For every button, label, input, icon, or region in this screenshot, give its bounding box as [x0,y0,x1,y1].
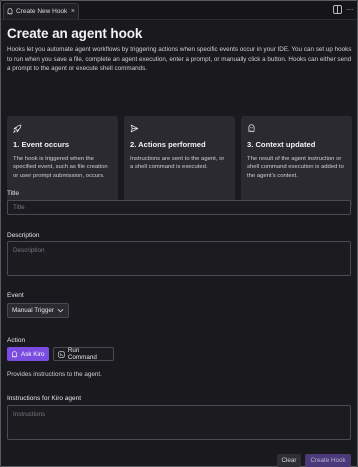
rocket-icon [13,124,22,133]
event-selected-value: Manual Trigger [12,307,54,314]
title-label: Title [7,190,20,197]
ask-kiro-button[interactable]: Ask Kiro [7,347,49,361]
tab-bar: Create New Hook × ··· [1,1,357,20]
hook-form: Create an agent hook Hooks let you autom… [7,26,352,467]
chevron-down-icon [57,308,64,313]
split-editor-icon[interactable] [332,5,342,14]
step-text: The result of the agent instruction or s… [247,156,344,179]
instructions-label: Instructions for Kiro agent [7,395,82,402]
instructions-input[interactable] [7,405,351,440]
page-title: Create an agent hook [7,26,143,41]
tab-create-new-hook[interactable]: Create New Hook × [3,3,79,19]
kiro-ghost-icon [12,350,17,358]
more-actions-icon[interactable]: ··· [347,5,354,14]
close-icon[interactable]: × [71,8,75,15]
description-input[interactable] [7,241,351,276]
terminal-icon [58,350,65,358]
kiro-ghost-icon [248,124,255,133]
description-label: Description [7,232,40,239]
step-title: 1. Event occurs [13,140,70,149]
create-hook-button[interactable]: Create Hook [305,454,351,467]
action-label: Action [7,337,26,344]
step-title: 2. Actions performed [130,140,206,149]
event-label: Event [7,292,24,299]
action-hint: Provides instructions to the agent. [7,371,102,378]
step-card-event: 1. Event occurs The hook is triggered wh… [7,116,118,208]
step-text: Instructions are sent to the agent, or a… [130,156,225,171]
intro-text: Hooks let you automate agent workflows b… [7,46,352,73]
clear-button[interactable]: Clear [277,454,301,467]
step-title: 3. Context updated [247,140,316,149]
ask-kiro-label: Ask Kiro [21,350,45,358]
title-input[interactable] [7,200,351,215]
event-select[interactable]: Manual Trigger [7,303,69,318]
run-command-label: Run Command [67,347,97,361]
step-card-context: 3. Context updated The result of the age… [241,116,352,208]
step-text: The hook is triggered when the specified… [13,156,108,179]
tab-title: Create New Hook [16,8,68,15]
send-icon [130,124,139,133]
step-card-actions: 2. Actions performed Instructions are se… [124,116,235,208]
kiro-ghost-icon [7,8,13,15]
run-command-button[interactable]: Run Command [53,347,114,361]
